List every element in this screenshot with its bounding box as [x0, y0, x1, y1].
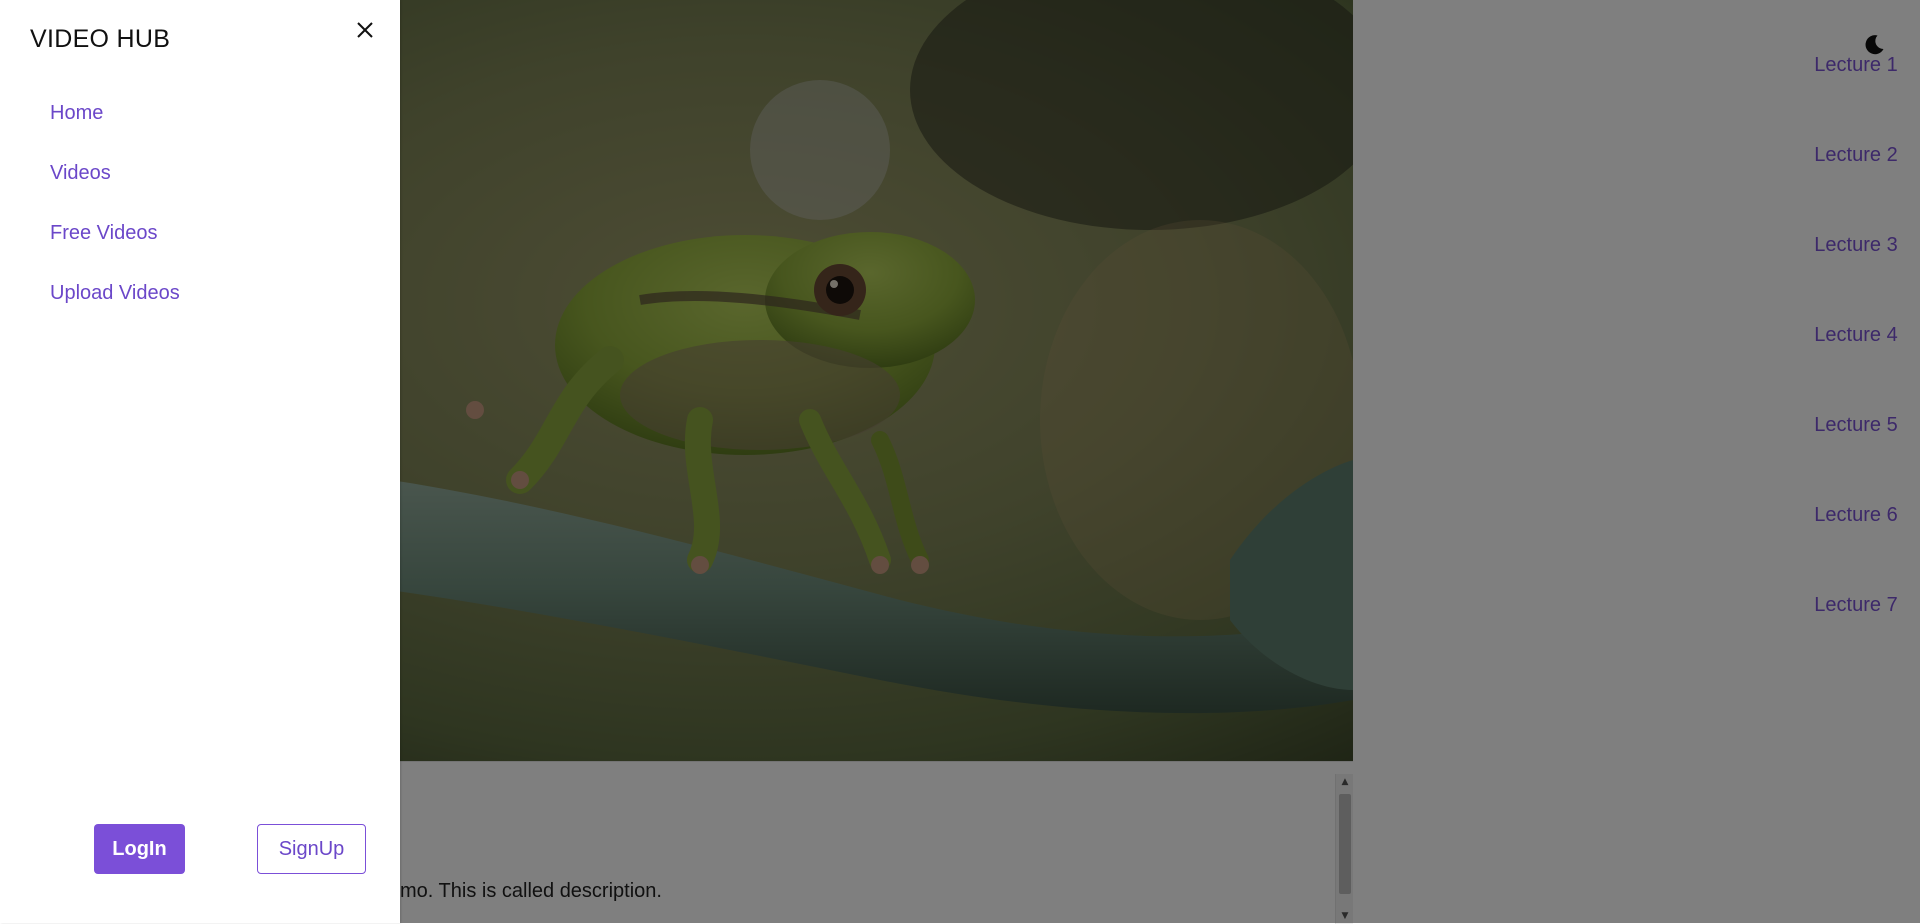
nav-link-home[interactable]: Home [50, 102, 103, 125]
close-icon[interactable] [354, 19, 376, 41]
app-title: VIDEO HUB [30, 25, 171, 53]
nav-link-videos[interactable]: Videos [50, 162, 111, 185]
side-drawer: VIDEO HUB Home Videos Free Videos Upload… [0, 0, 400, 923]
nav-link-upload-videos[interactable]: Upload Videos [50, 282, 180, 305]
signup-button[interactable]: SignUp [257, 824, 366, 874]
login-button[interactable]: LogIn [94, 824, 185, 874]
nav-link-free-videos[interactable]: Free Videos [50, 222, 157, 245]
